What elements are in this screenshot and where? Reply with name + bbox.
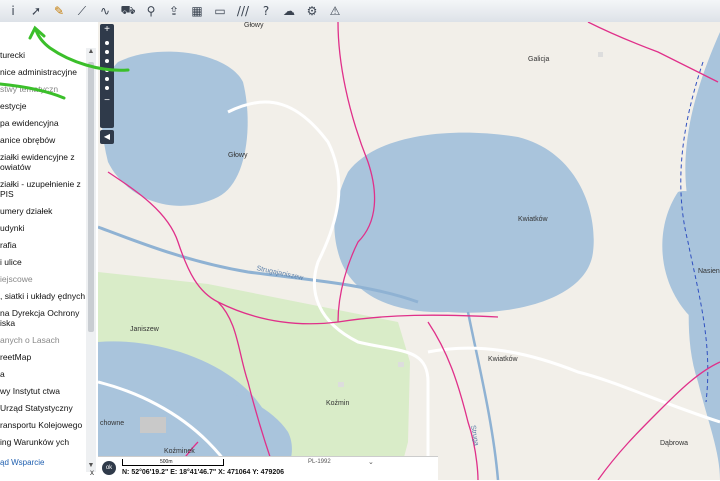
layer-item[interactable]: na Dyrekcja Ochrony iska bbox=[0, 306, 86, 330]
building-small-1 bbox=[338, 382, 344, 387]
map-graphics bbox=[98, 22, 720, 480]
lake-kwiatkow bbox=[334, 132, 594, 313]
crs-selector[interactable]: PL-1992 bbox=[308, 459, 331, 465]
layer-item[interactable]: umery działek bbox=[0, 204, 86, 218]
warning-tool-icon[interactable]: ⚠ bbox=[325, 1, 345, 21]
zoom-level-dot[interactable] bbox=[105, 77, 109, 81]
map-canvas[interactable]: Głowy Galicja Głowy Kwiatków Nasien Stru… bbox=[98, 22, 720, 480]
hatch-tool-icon[interactable]: /// bbox=[233, 1, 253, 21]
building-small-2 bbox=[398, 362, 404, 367]
top-toolbar: i ➚ ✎ ⟋ ∿ ⛟ ⚲ ⇪ ▦ ▭///? ☁ ⚙ ⚠ bbox=[0, 0, 720, 23]
measure-line-icon[interactable]: ⟋ bbox=[72, 1, 92, 21]
scroll-up-icon[interactable]: ▲ bbox=[86, 48, 96, 58]
zoom-in-button[interactable]: + bbox=[100, 24, 114, 36]
zoom-level-dot[interactable] bbox=[105, 59, 109, 63]
building-small-3 bbox=[598, 52, 603, 57]
layer-item[interactable]: anice obrębów bbox=[0, 133, 86, 147]
layer-item[interactable]: ing Warunków ych bbox=[0, 435, 86, 449]
layout-tool-icon[interactable]: ▦ bbox=[187, 1, 207, 21]
building-block bbox=[140, 417, 166, 433]
layer-item[interactable]: udynki bbox=[0, 221, 86, 235]
chevron-down-icon[interactable]: ⌄ bbox=[368, 458, 374, 466]
comment-tool-icon[interactable]: ▭ bbox=[210, 1, 230, 21]
layer-list-scrollbar[interactable]: ▲ ▼ bbox=[86, 48, 96, 472]
layer-item[interactable]: a bbox=[0, 367, 86, 381]
stream-south bbox=[466, 311, 500, 480]
pencil-tool-icon[interactable]: ✎ bbox=[49, 1, 69, 21]
label-dabrowa: Dąbrowa bbox=[660, 440, 689, 447]
select-arrow-icon[interactable]: ➚ bbox=[26, 1, 46, 21]
cloud-upload-icon[interactable]: ☁ bbox=[279, 1, 299, 21]
label-glowy-top: Głowy bbox=[244, 22, 264, 29]
zoom-level-dot[interactable] bbox=[105, 68, 109, 72]
label-chowne: chowne bbox=[100, 420, 125, 427]
layer-item[interactable]: ransportu Kolejowego bbox=[0, 418, 86, 432]
label-kozmin: Koźmin bbox=[326, 400, 350, 407]
coordinates-readout: N: 52°06'19.2" E: 18°41'46.7" X: 471064 … bbox=[122, 469, 285, 476]
layer-item[interactable]: , siatki i układy ędnych bbox=[0, 289, 86, 303]
layer-item[interactable]: ziałki - uzupełnienie z PIS bbox=[0, 177, 86, 201]
info-tool-icon[interactable]: i bbox=[3, 1, 23, 21]
layer-item[interactable]: pa ewidencyjna bbox=[0, 116, 86, 130]
sidebar-footer: ąd Wsparcie x bbox=[0, 456, 98, 480]
zoom-level-dot[interactable] bbox=[105, 86, 109, 90]
layer-group-header[interactable]: iejscowe bbox=[0, 272, 86, 286]
layer-item[interactable]: ziałki ewidencyjne z owiatów bbox=[0, 150, 86, 174]
footer-links[interactable]: ąd Wsparcie bbox=[0, 458, 44, 467]
layer-list: turecki nice administracyjne stwy tematycz… bbox=[0, 48, 87, 472]
ok-button[interactable]: ok bbox=[102, 461, 116, 475]
layer-item[interactable]: wy Instytut ctwa bbox=[0, 384, 86, 398]
measure-area-icon[interactable]: ∿ bbox=[95, 1, 115, 21]
label-nasien: Nasien bbox=[698, 268, 720, 275]
location-pin-icon[interactable]: ⚲ bbox=[141, 1, 161, 21]
label-kwiatkow-village: Kwiatków bbox=[488, 356, 518, 363]
export-tool-icon[interactable]: ⇪ bbox=[164, 1, 184, 21]
collapse-sidebar-button[interactable]: ◀ bbox=[100, 130, 114, 144]
scale-label: 500m bbox=[160, 459, 173, 465]
vehicle-tool-icon[interactable]: ⛟ bbox=[118, 1, 138, 21]
close-sidebar-button[interactable]: x bbox=[90, 468, 94, 477]
label-kozminek: Koźminek bbox=[164, 448, 195, 455]
zoom-level-dot[interactable] bbox=[105, 50, 109, 54]
status-bar: ok 500m N: 52°06'19.2" E: 18°41'46.7" X:… bbox=[98, 456, 438, 481]
zoom-control: + − bbox=[100, 24, 114, 128]
layer-item[interactable]: turecki bbox=[0, 48, 86, 62]
layer-group-header[interactable]: stwy tematyczn bbox=[0, 82, 86, 96]
layer-item[interactable]: rafia bbox=[0, 238, 86, 252]
settings-tool-icon[interactable]: ⚙ bbox=[302, 1, 322, 21]
layer-item[interactable]: estycje bbox=[0, 99, 86, 113]
help-tool-icon[interactable]: ? bbox=[256, 1, 276, 21]
label-galicja: Galicja bbox=[528, 56, 550, 63]
layer-item[interactable]: nice administracyjne bbox=[0, 65, 86, 79]
road-3 bbox=[427, 346, 720, 424]
zoom-level-dot[interactable] bbox=[105, 41, 109, 45]
layer-item[interactable]: i ulice bbox=[0, 255, 86, 269]
scroll-thumb[interactable] bbox=[88, 62, 94, 332]
layers-sidebar: turecki nice administracyjne stwy tematycz… bbox=[0, 22, 100, 480]
label-glowy-lake: Głowy bbox=[228, 152, 248, 159]
layer-item[interactable]: reetMap bbox=[0, 350, 86, 364]
scale-bar bbox=[122, 459, 224, 466]
zoom-out-button[interactable]: − bbox=[100, 95, 114, 107]
boundary-5 bbox=[587, 22, 719, 83]
label-janiszew: Janiszew bbox=[130, 326, 159, 333]
label-kwiatkow-lake: Kwiatków bbox=[518, 216, 548, 223]
layer-group-header[interactable]: anych o Lasach bbox=[0, 333, 86, 347]
layer-item[interactable]: Urząd Statystyczny bbox=[0, 401, 86, 415]
